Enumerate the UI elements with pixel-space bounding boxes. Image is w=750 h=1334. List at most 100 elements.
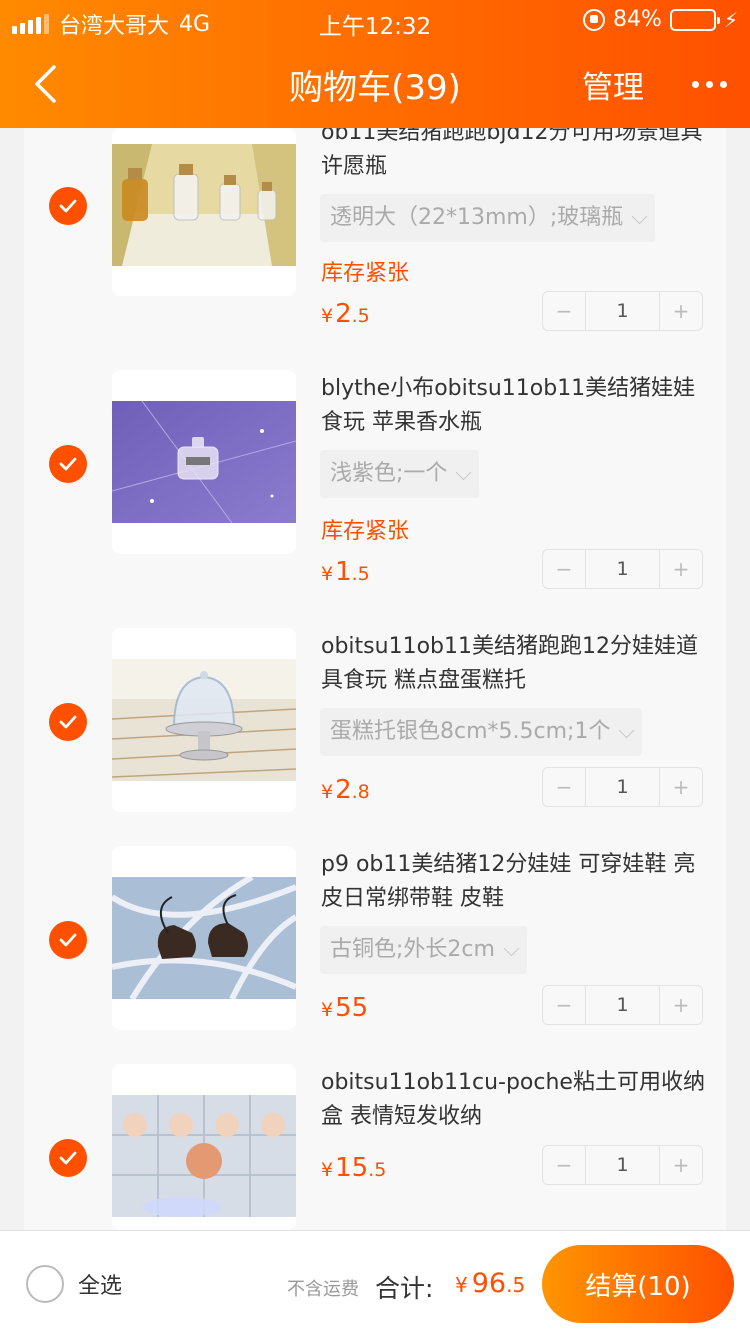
product-image[interactable] (112, 1064, 296, 1230)
product-photo (112, 877, 296, 999)
product-image[interactable] (112, 370, 296, 554)
item-price: ¥15.5 (321, 1153, 386, 1183)
quantity-stepper: − 1 + (542, 767, 703, 807)
sku-text: 透明大（22*13mm）;玻璃瓶 (330, 205, 624, 230)
checkmark-icon (59, 199, 77, 213)
cart-item: blythe小布obitsu11ob11美结猪娃娃食玩 苹果香水瓶 浅紫色;一个… (24, 370, 726, 589)
currency-symbol: ¥ (321, 999, 334, 1021)
item-checkbox[interactable] (49, 445, 87, 483)
status-bar: 台湾大哥大 4G 上午12:32 84% ⚡ (0, 0, 750, 40)
quantity-value[interactable]: 1 (585, 986, 660, 1024)
price-integer: 15 (335, 1153, 369, 1183)
nav-bar: 购物车(39) 管理 (0, 40, 750, 128)
sku-text: 浅紫色;一个 (330, 461, 448, 486)
checkmark-icon (59, 1151, 77, 1165)
item-checkbox[interactable] (49, 187, 87, 225)
decrease-button[interactable]: − (543, 986, 585, 1024)
rotation-lock-icon (583, 8, 606, 31)
decrease-button[interactable]: − (543, 768, 585, 806)
stock-warning: 库存紧张 (321, 261, 410, 286)
item-checkbox[interactable] (49, 1139, 87, 1177)
stock-warning: 库存紧张 (321, 519, 410, 544)
price-decimal: .5 (351, 563, 370, 585)
product-image[interactable] (112, 128, 296, 296)
product-title[interactable]: p9 ob11美结猪12分娃娃 可穿娃鞋 亮皮日常绑带鞋 皮鞋 (321, 848, 711, 916)
price-integer: 55 (335, 993, 369, 1023)
sku-selector[interactable]: 浅紫色;一个 (320, 450, 480, 498)
battery-percent: 84% (613, 7, 662, 32)
sku-selector[interactable]: 古铜色;外长2cm (320, 926, 527, 974)
quantity-value[interactable]: 1 (585, 768, 660, 806)
product-image[interactable] (112, 628, 296, 812)
quantity-stepper: − 1 + (542, 291, 703, 331)
checkout-button[interactable]: 结算(10) (542, 1245, 734, 1323)
increase-button[interactable]: + (660, 1146, 702, 1184)
quantity-value[interactable]: 1 (585, 1146, 660, 1184)
charging-icon: ⚡ (723, 7, 738, 32)
decrease-button[interactable]: − (543, 1146, 585, 1184)
item-checkbox[interactable] (49, 703, 87, 741)
checkmark-icon (59, 715, 77, 729)
product-title[interactable]: obitsu11ob11cu-poche粘土可用收纳盒 表情短发收纳 (321, 1066, 711, 1134)
total-label: 合计: (375, 1274, 434, 1303)
shipping-note: 不含运费 (287, 1279, 359, 1300)
quantity-value[interactable]: 1 (585, 292, 660, 330)
product-photo (112, 144, 296, 266)
cart-item: obitsu11ob11美结猪跑跑12分娃娃道具食玩 糕点盘蛋糕托 蛋糕托银色8… (24, 628, 726, 818)
quantity-stepper: − 1 + (542, 985, 703, 1025)
currency-symbol: ¥ (321, 563, 334, 585)
chevron-down-icon (503, 940, 520, 957)
price-decimal: .5 (351, 305, 370, 327)
sku-selector[interactable]: 蛋糕托银色8cm*5.5cm;1个 (320, 708, 643, 756)
cart-item: obitsu11ob11cu-poche粘土可用收纳盒 表情短发收纳 ¥15.5… (24, 1064, 726, 1230)
currency-symbol: ¥ (321, 305, 334, 327)
status-right: 84% ⚡ (583, 7, 738, 32)
currency-symbol: ¥ (321, 1159, 334, 1181)
cart-item: p9 ob11美结猪12分娃娃 可穿娃鞋 亮皮日常绑带鞋 皮鞋 古铜色;外长2c… (24, 846, 726, 1036)
item-price: ¥2.5 (321, 299, 370, 329)
more-button[interactable] (684, 64, 734, 104)
item-price: ¥55 (321, 993, 368, 1023)
decrease-button[interactable]: − (543, 292, 585, 330)
sku-selector[interactable]: 透明大（22*13mm）;玻璃瓶 (320, 194, 656, 242)
product-photo (112, 659, 296, 781)
product-title[interactable]: obitsu11ob11美结猪跑跑12分娃娃道具食玩 糕点盘蛋糕托 (321, 630, 711, 698)
product-title[interactable]: blythe小布obitsu11ob11美结猪娃娃食玩 苹果香水瓶 (321, 372, 711, 440)
total-amount: ¥96.5 (455, 1268, 525, 1299)
increase-button[interactable]: + (660, 986, 702, 1024)
currency-symbol: ¥ (321, 781, 334, 803)
total-decimal: .5 (506, 1273, 526, 1297)
item-price: ¥1.5 (321, 557, 370, 587)
price-integer: 2 (335, 775, 352, 805)
increase-button[interactable]: + (660, 768, 702, 806)
quantity-stepper: − 1 + (542, 549, 703, 589)
currency-symbol: ¥ (455, 1273, 468, 1297)
checkmark-icon (59, 933, 77, 947)
decrease-button[interactable]: − (543, 550, 585, 588)
select-all-checkbox[interactable] (26, 1265, 64, 1303)
app-header: 台湾大哥大 4G 上午12:32 84% ⚡ 购物车(39) 管理 (0, 0, 750, 128)
item-checkbox[interactable] (49, 921, 87, 959)
price-integer: 1 (335, 557, 352, 587)
chevron-down-icon (456, 464, 472, 481)
checkout-bar: 全选 不含运费 合计: ¥96.5 结算(10) (0, 1230, 750, 1334)
chevron-down-icon (619, 722, 635, 739)
increase-button[interactable]: + (660, 550, 702, 588)
quantity-value[interactable]: 1 (585, 550, 660, 588)
product-title[interactable]: ob11美结猪跑跑bjd12分可用场景道具 许愿瓶 (321, 128, 711, 184)
sku-text: 古铜色;外长2cm (330, 937, 495, 962)
price-decimal: .8 (351, 781, 370, 803)
cart-list[interactable]: ob11美结猪跑跑bjd12分可用场景道具 许愿瓶 透明大（22*13mm）;玻… (24, 128, 726, 1230)
chevron-down-icon (631, 208, 648, 225)
more-dots-icon (691, 80, 727, 88)
price-decimal: .5 (368, 1159, 387, 1181)
manage-button[interactable]: 管理 (582, 62, 644, 107)
quantity-stepper: − 1 + (542, 1145, 703, 1185)
product-image[interactable] (112, 846, 296, 1030)
price-integer: 2 (335, 299, 352, 329)
total-integer: 96 (471, 1268, 507, 1299)
checkmark-icon (59, 457, 77, 471)
select-all-toggle[interactable]: 全选 (26, 1265, 122, 1303)
increase-button[interactable]: + (660, 292, 702, 330)
product-photo (112, 401, 296, 523)
